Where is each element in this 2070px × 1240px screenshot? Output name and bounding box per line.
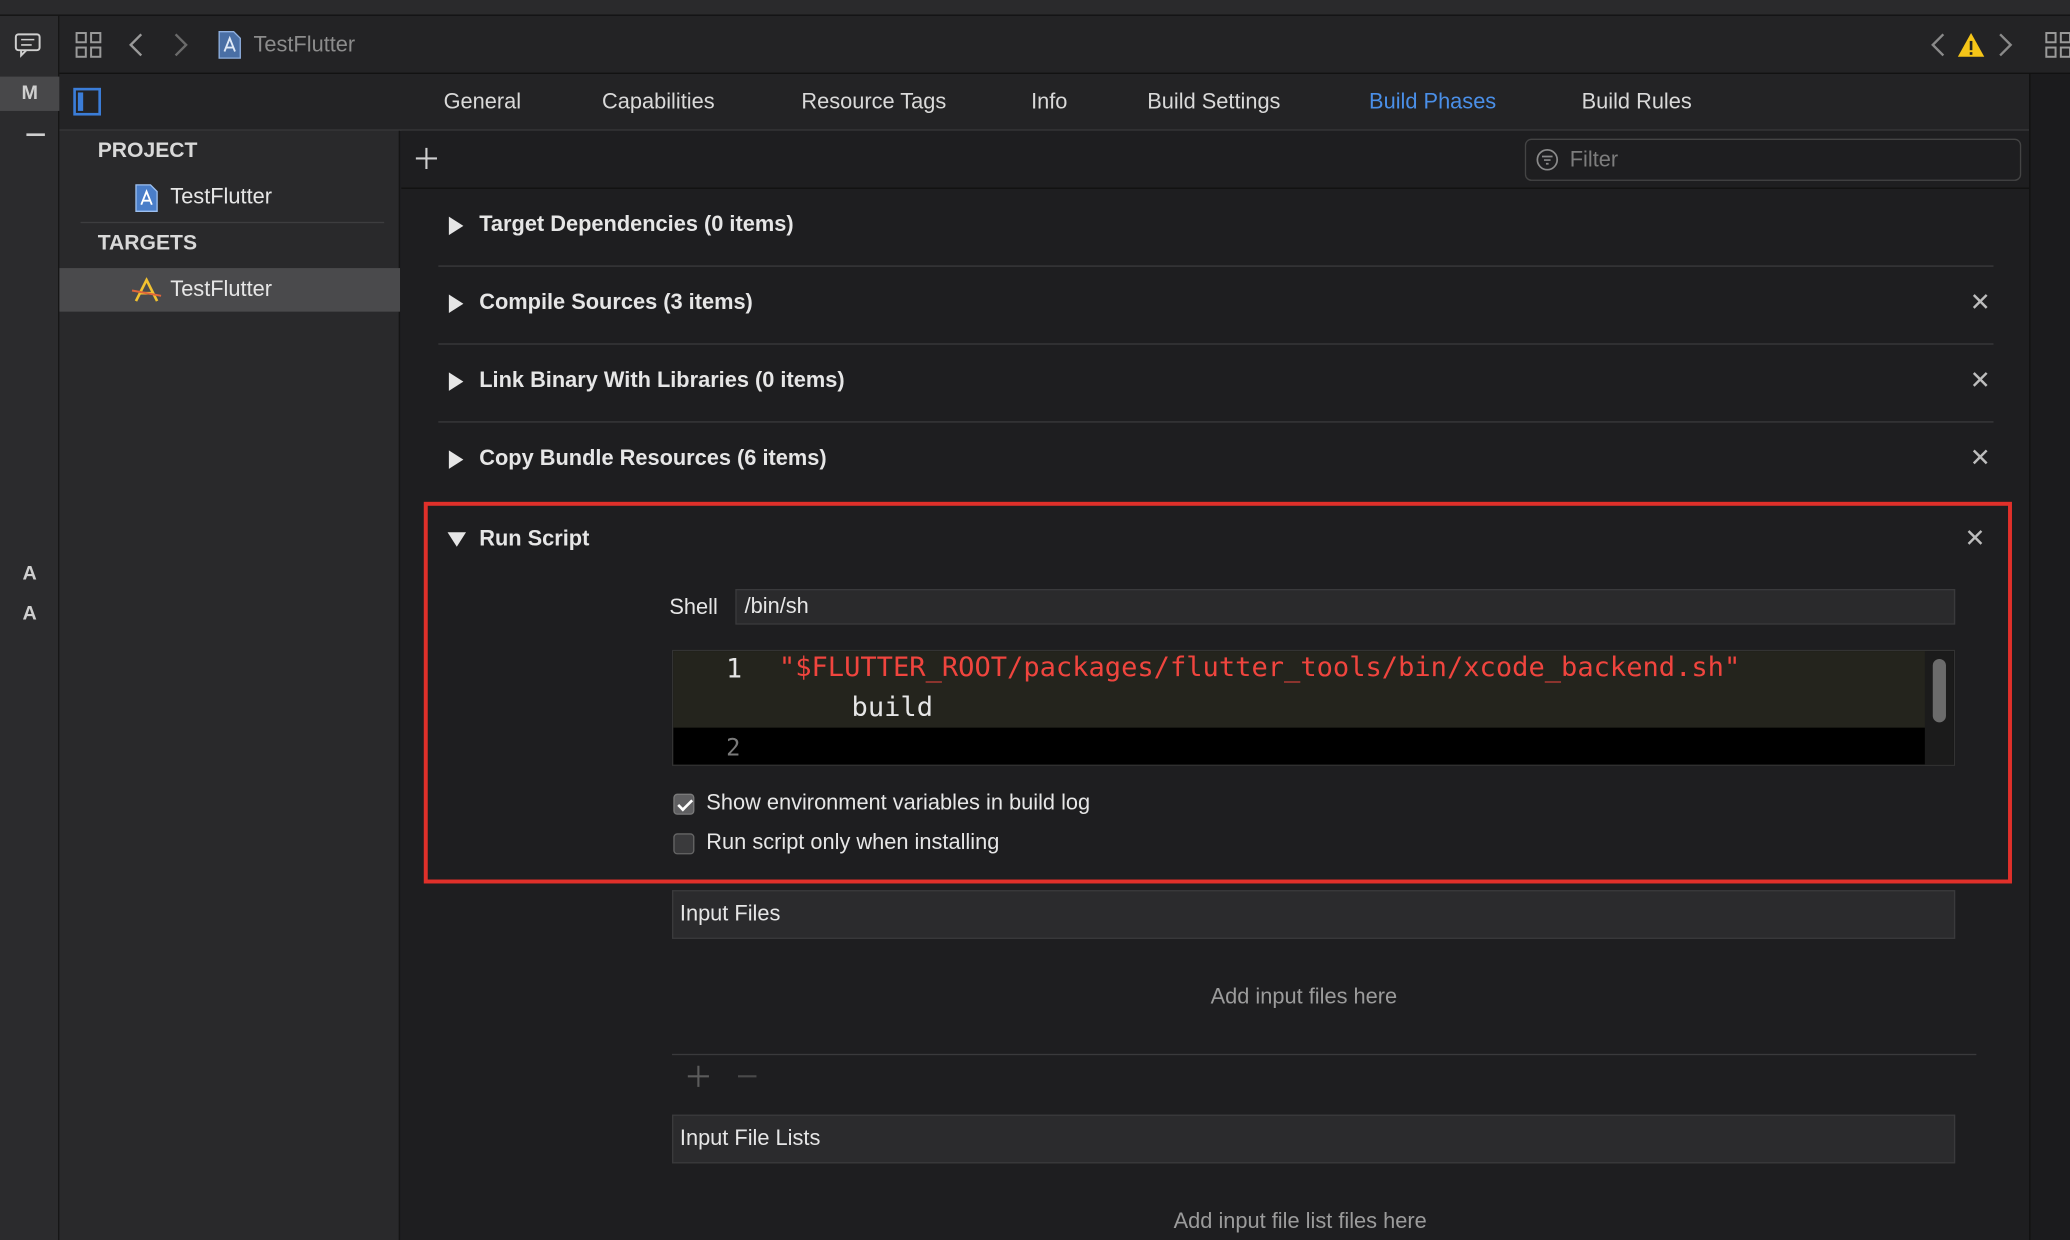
phase-title: Copy Bundle Resources (6 items) (479, 446, 827, 471)
install-only-label[interactable]: Run script only when installing (706, 831, 999, 856)
script-code-continuation: build (851, 690, 934, 723)
tab-capabilities[interactable]: Capabilities (602, 74, 715, 131)
run-script-title: Run Script (479, 526, 590, 551)
modified-marker: M (21, 81, 38, 105)
install-only-checkbox[interactable] (673, 833, 695, 855)
sidebar-item-label: TestFlutter (170, 184, 273, 209)
added-marker-2: A (22, 602, 37, 625)
project-section-header: PROJECT (97, 139, 198, 163)
editor-tabs-bar: General Capabilities Resource Tags Info … (59, 73, 2030, 131)
phase-copy-bundle-resources[interactable]: Copy Bundle Resources (6 items) ✕ (438, 423, 1993, 501)
input-file-lists-empty-message: Add input file list files here (1173, 1209, 1427, 1234)
phase-compile-sources[interactable]: Compile Sources (3 items) ✕ (438, 267, 1994, 345)
breadcrumb-project-name[interactable]: TestFlutter (253, 16, 355, 74)
project-target-sidebar: PROJECT TestFlutter TARGETS TestFlutter (59, 130, 401, 1240)
show-env-checkbox[interactable] (673, 793, 695, 815)
comment-icon[interactable] (13, 32, 42, 65)
input-files-header: Input Files (671, 890, 1956, 939)
toggle-sidebar-icon[interactable] (73, 87, 102, 123)
sidebar-item-target[interactable]: TestFlutter (59, 268, 401, 312)
editor-grid-icon[interactable] (2045, 16, 2070, 74)
filter-icon (1535, 148, 1559, 172)
phase-target-dependencies[interactable]: Target Dependencies (0 items) (438, 189, 1994, 267)
disclosure-triangle-icon[interactable] (448, 372, 464, 391)
show-env-label[interactable]: Show environment variables in build log (706, 791, 1090, 816)
forward-chevron-icon[interactable] (173, 16, 189, 74)
add-phase-plus-icon[interactable] (415, 147, 439, 177)
phases-toolbar (401, 131, 2030, 189)
shell-field[interactable]: /bin/sh (735, 588, 1956, 625)
line-number: 1 (726, 652, 743, 685)
right-inspector-rail (2029, 73, 2070, 1240)
phase-title: Target Dependencies (0 items) (479, 212, 794, 237)
input-files-divider (671, 1053, 1977, 1056)
shell-label: Shell (669, 595, 718, 620)
tab-build-phases[interactable]: Build Phases (1369, 74, 1496, 131)
input-files-empty-message: Add input files here (1210, 985, 1398, 1009)
remove-input-file-minus-icon[interactable] (737, 1059, 758, 1096)
back-chevron-icon[interactable] (128, 16, 144, 74)
close-icon[interactable]: ✕ (1967, 288, 1993, 318)
rail-dash (26, 133, 45, 137)
grid-icon[interactable] (75, 16, 102, 74)
issue-forward-chevron-icon[interactable] (1997, 16, 2013, 74)
tab-resource-tags[interactable]: Resource Tags (801, 74, 946, 131)
disclosure-triangle-icon[interactable] (448, 216, 464, 236)
phase-title: Link Binary With Libraries (0 items) (479, 368, 845, 393)
sidebar-item-label: TestFlutter (170, 277, 273, 302)
targets-section-header: TARGETS (97, 232, 198, 255)
line-number: 2 (726, 734, 741, 762)
filter-input[interactable] (1569, 147, 1993, 173)
sidebar-item-project[interactable]: TestFlutter (59, 176, 400, 220)
scrollbar-thumb[interactable] (1932, 658, 1946, 723)
sidebar-divider (80, 221, 385, 224)
jump-bar: TestFlutter (59, 15, 2070, 74)
project-file-icon (218, 16, 242, 74)
script-editor[interactable]: 1 "$FLUTTER_ROOT/packages/flutter_tools/… (671, 649, 1956, 766)
warning-icon[interactable] (1957, 16, 1986, 74)
disclosure-triangle-icon[interactable] (448, 450, 464, 469)
project-file-icon (135, 184, 159, 220)
tab-build-rules[interactable]: Build Rules (1582, 74, 1692, 131)
tab-general[interactable]: General (444, 74, 521, 131)
tab-build-settings[interactable]: Build Settings (1147, 74, 1280, 131)
input-file-lists-header: Input File Lists (671, 1114, 1956, 1164)
phase-link-binary[interactable]: Link Binary With Libraries (0 items) ✕ (438, 345, 1994, 423)
phase-title: Compile Sources (3 items) (479, 290, 753, 315)
filter-field[interactable] (1524, 138, 2022, 181)
script-code-line: "$FLUTTER_ROOT/packages/flutter_tools/bi… (778, 651, 1741, 683)
issue-back-chevron-icon[interactable] (1930, 16, 1946, 74)
disclosure-triangle-down-icon[interactable] (447, 532, 467, 547)
disclosure-triangle-icon[interactable] (448, 294, 464, 313)
add-input-file-plus-icon[interactable] (687, 1059, 711, 1096)
tab-info[interactable]: Info (1031, 74, 1067, 131)
left-rail: M A A (0, 15, 60, 1240)
editor-scrollbar[interactable] (1924, 651, 1954, 765)
close-icon[interactable]: ✕ (1967, 444, 1993, 474)
close-icon[interactable]: ✕ (1964, 524, 1985, 554)
close-icon[interactable]: ✕ (1967, 366, 1993, 396)
build-phases-editor: Target Dependencies (0 items) Compile So… (401, 130, 2030, 1240)
added-marker-1: A (22, 562, 37, 586)
app-target-icon (131, 277, 163, 310)
window-top-strip (0, 0, 2070, 16)
